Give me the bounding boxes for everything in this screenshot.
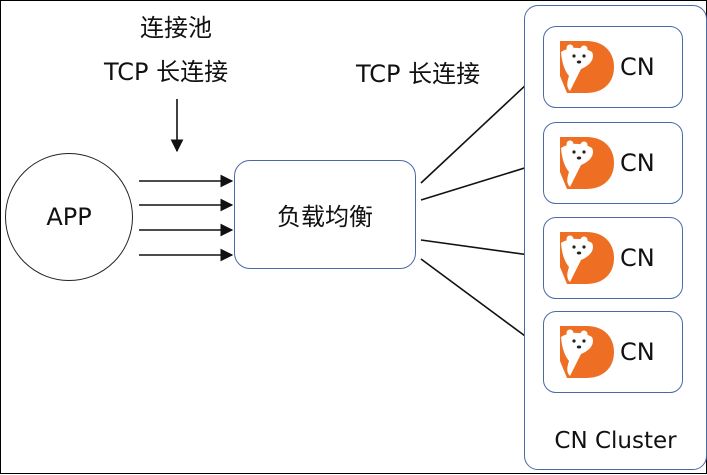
diagram-canvas: 连接池 TCP 长连接 TCP 长连接 APP 负载均衡 CN CN CN CN…	[0, 0, 707, 474]
cn-cluster: CN CN CN CN CN Cluster	[524, 5, 707, 470]
cn-node-3: CN	[543, 217, 683, 299]
tcp-long-label: TCP 长连接	[356, 60, 481, 88]
cn-node-label: CN	[620, 338, 655, 366]
bear-logo-icon	[560, 41, 614, 93]
load-balancer-label: 负载均衡	[277, 203, 373, 231]
cn-node-1: CN	[543, 26, 683, 108]
bear-logo-icon	[560, 232, 614, 284]
cn-node-2: CN	[543, 122, 683, 204]
app-node-label: APP	[46, 203, 92, 231]
load-balancer-node: 负载均衡	[234, 160, 416, 269]
cn-node-4: CN	[543, 311, 683, 393]
app-node: APP	[5, 153, 133, 281]
cn-node-label: CN	[620, 149, 655, 177]
bear-logo-icon	[560, 137, 614, 189]
cn-node-label: CN	[620, 53, 655, 81]
pool-label-line1: 连接池	[140, 14, 212, 42]
pool-label-line2: TCP 长连接	[104, 58, 229, 86]
cn-node-label: CN	[620, 244, 655, 272]
bear-logo-icon	[560, 326, 614, 378]
cluster-label: CN Cluster	[554, 428, 677, 454]
